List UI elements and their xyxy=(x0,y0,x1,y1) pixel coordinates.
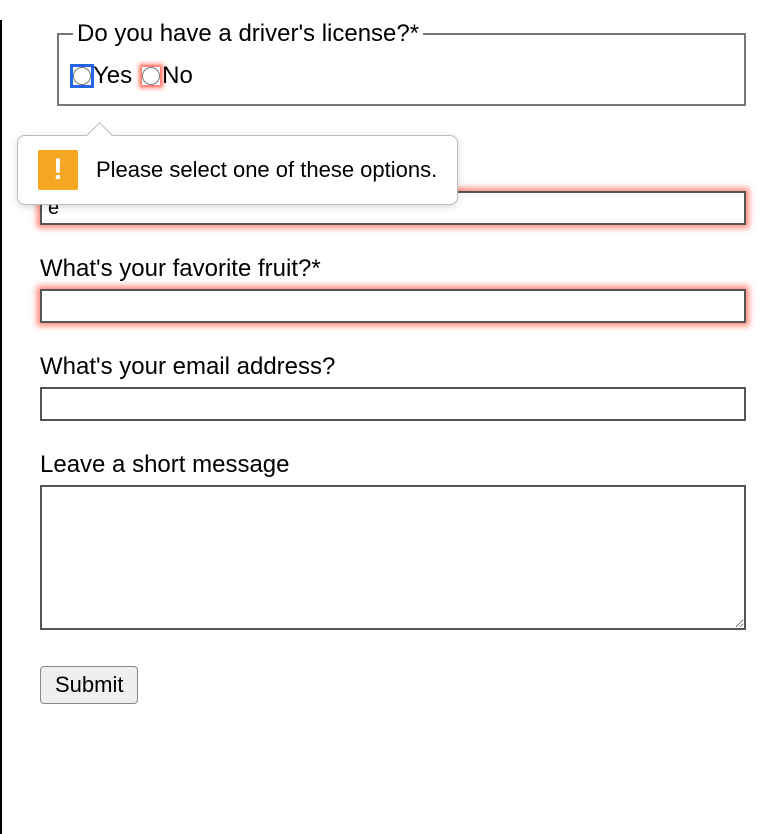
radio-yes[interactable] xyxy=(73,67,91,85)
license-legend: Do you have a driver's license?* xyxy=(73,20,423,48)
tooltip-message: Please select one of these options. xyxy=(96,157,437,183)
fruit-label: What's your favorite fruit?* xyxy=(40,255,746,283)
email-label: What's your email address? xyxy=(40,353,746,381)
submit-button[interactable]: Submit xyxy=(40,666,138,704)
license-fieldset: Do you have a driver's license?* Yes No xyxy=(57,20,746,106)
radio-no[interactable] xyxy=(142,67,160,85)
radio-no-label: No xyxy=(162,62,193,90)
message-field-block: Leave a short message xyxy=(40,451,746,636)
fruit-field-block: What's your favorite fruit?* xyxy=(40,255,746,323)
radio-no-wrapper[interactable]: No xyxy=(142,62,193,90)
license-radio-group: Yes No xyxy=(73,62,730,90)
message-textarea[interactable] xyxy=(40,485,746,630)
message-label: Leave a short message xyxy=(40,451,746,479)
radio-yes-wrapper[interactable]: Yes xyxy=(73,62,132,90)
validation-tooltip: ! Please select one of these options. xyxy=(17,135,458,205)
warning-icon: ! xyxy=(38,150,78,190)
radio-yes-label: Yes xyxy=(93,62,132,90)
email-field-block: What's your email address? xyxy=(40,353,746,421)
fruit-input[interactable] xyxy=(40,289,746,323)
email-input[interactable] xyxy=(40,387,746,421)
form-container: Do you have a driver's license?* Yes No … xyxy=(2,20,784,704)
